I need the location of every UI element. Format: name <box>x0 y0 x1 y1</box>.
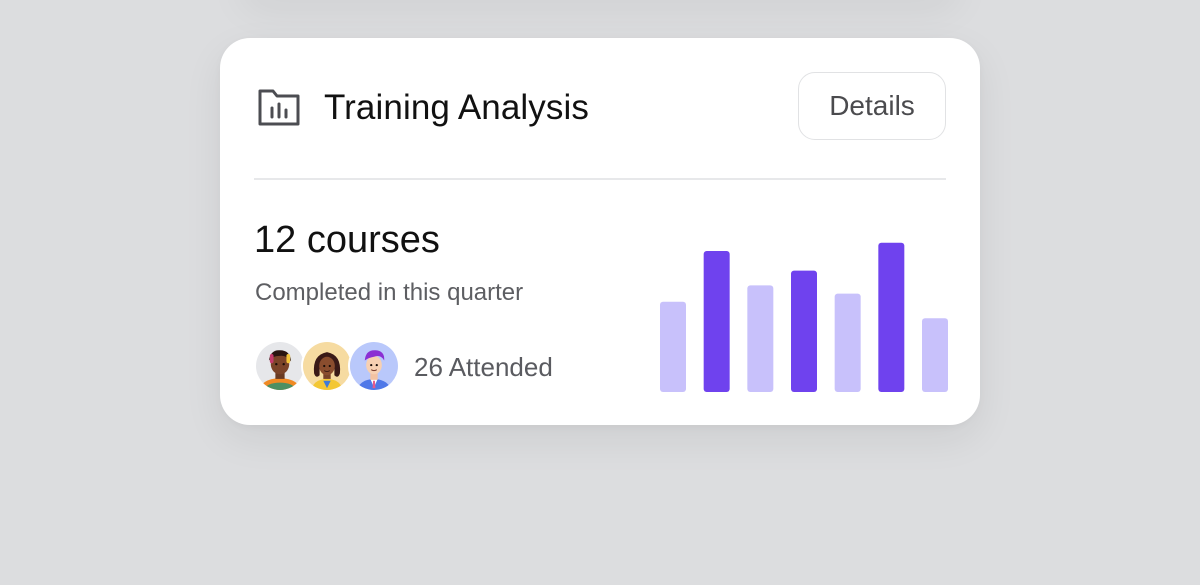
completed-subtitle: Completed in this quarter <box>255 279 524 306</box>
avatar <box>301 340 353 392</box>
chart-bar <box>922 318 948 392</box>
chart-bar <box>703 250 730 392</box>
chart-bar <box>791 270 817 392</box>
chart-bar <box>878 242 905 392</box>
chart-bar <box>834 293 861 392</box>
divider <box>254 178 946 180</box>
avatar <box>348 340 400 392</box>
training-bar-chart <box>660 242 948 392</box>
attended-count: 26 Attended <box>414 352 553 382</box>
chart-bar <box>747 285 774 392</box>
card-header: Training Analysis Details <box>254 72 946 144</box>
avatar <box>254 340 306 392</box>
attendees-group: 26 Attended <box>254 340 594 394</box>
courses-count: 12 courses <box>254 219 440 261</box>
details-button[interactable]: Details <box>798 72 946 140</box>
chart-bar <box>660 301 686 392</box>
folder-chart-icon <box>258 88 300 126</box>
card-title: Training Analysis <box>324 88 589 127</box>
training-analysis-card: Training Analysis Details 12 courses Com… <box>220 38 980 425</box>
